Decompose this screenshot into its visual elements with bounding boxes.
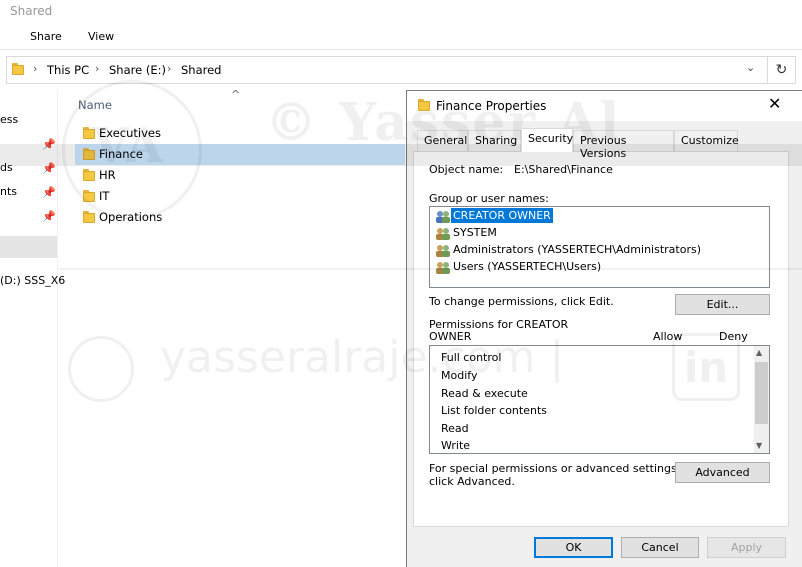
linkedin-icon: in — [672, 333, 740, 401]
breadcrumb-shared[interactable]: Shared — [181, 63, 222, 77]
close-icon[interactable]: ✕ — [768, 94, 781, 113]
crumb-separator-icon: › — [33, 62, 38, 75]
address-folder-icon — [12, 63, 24, 75]
user-group-icon — [436, 211, 450, 223]
scroll-down-icon[interactable]: ▼ — [756, 441, 762, 450]
cancel-button[interactable]: Cancel — [621, 537, 699, 558]
advanced-button[interactable]: Advanced — [675, 462, 770, 483]
change-permissions-hint: To change permissions, click Edit. — [429, 295, 614, 308]
ok-button[interactable]: OK — [534, 537, 613, 558]
user-name: CREATOR OWNER — [451, 208, 553, 223]
window-title: Shared — [10, 4, 53, 18]
crumb-separator-icon: › — [167, 62, 172, 75]
ribbon-bar — [0, 24, 802, 50]
user-row-administrators[interactable]: Administrators (YASSERTECH\Administrator… — [433, 242, 769, 259]
special-permissions-hint: For special permissions or advanced sett… — [429, 462, 681, 475]
sort-caret-icon: ^ — [231, 88, 241, 101]
permission-write: Write — [441, 439, 471, 452]
window-title-bar — [0, 0, 802, 24]
crumb-separator-icon: › — [95, 62, 100, 75]
scroll-up-icon[interactable]: ▲ — [756, 348, 762, 357]
nav-item-documents[interactable]: nts — [0, 185, 17, 198]
special-permissions-hint-2: click Advanced. — [429, 475, 515, 488]
ribbon-tab-view[interactable]: View — [88, 30, 114, 43]
user-name: Users (YASSERTECH\Users) — [453, 260, 602, 273]
nav-item-quick-access[interactable]: ess — [0, 113, 18, 126]
pin-icon: 📌 — [42, 186, 56, 199]
permission-list-folder-contents: List folder contents — [441, 404, 547, 417]
user-group-icon — [436, 245, 450, 257]
edit-button[interactable]: Edit... — [675, 294, 770, 315]
breadcrumb-share-e[interactable]: Share (E:) — [109, 63, 166, 77]
address-history-dropdown-icon[interactable]: ⌄ — [746, 61, 755, 74]
user-group-icon — [436, 228, 450, 240]
user-name: Administrators (YASSERTECH\Administrator… — [453, 243, 701, 256]
scrollbar-thumb[interactable] — [755, 362, 768, 424]
refresh-button[interactable]: ↻ — [768, 56, 796, 84]
nav-item-drive-d[interactable]: (D:) SSS_X6 — [0, 274, 65, 287]
nav-item-selected[interactable] — [0, 236, 57, 258]
permission-read-execute: Read & execute — [441, 387, 528, 400]
watermark-site: yasseralraje.com | — [160, 332, 565, 383]
pin-icon: 📌 — [42, 210, 56, 223]
tab-security[interactable]: Security — [521, 128, 573, 152]
folder-icon — [83, 211, 95, 223]
apply-button[interactable]: Apply — [707, 537, 786, 558]
watermark-initials: VA — [92, 118, 163, 174]
permission-read: Read — [441, 422, 469, 435]
ribbon-tab-share[interactable]: Share — [30, 30, 62, 43]
user-row-creator-owner[interactable]: CREATOR OWNER — [433, 208, 769, 225]
globe-icon — [68, 336, 134, 402]
user-name: SYSTEM — [453, 226, 497, 239]
watermark-line — [58, 268, 802, 270]
user-row-system[interactable]: SYSTEM — [433, 225, 769, 242]
breadcrumb-this-pc[interactable]: This PC — [47, 63, 89, 77]
group-user-names-label: Group or user names: — [429, 192, 549, 205]
